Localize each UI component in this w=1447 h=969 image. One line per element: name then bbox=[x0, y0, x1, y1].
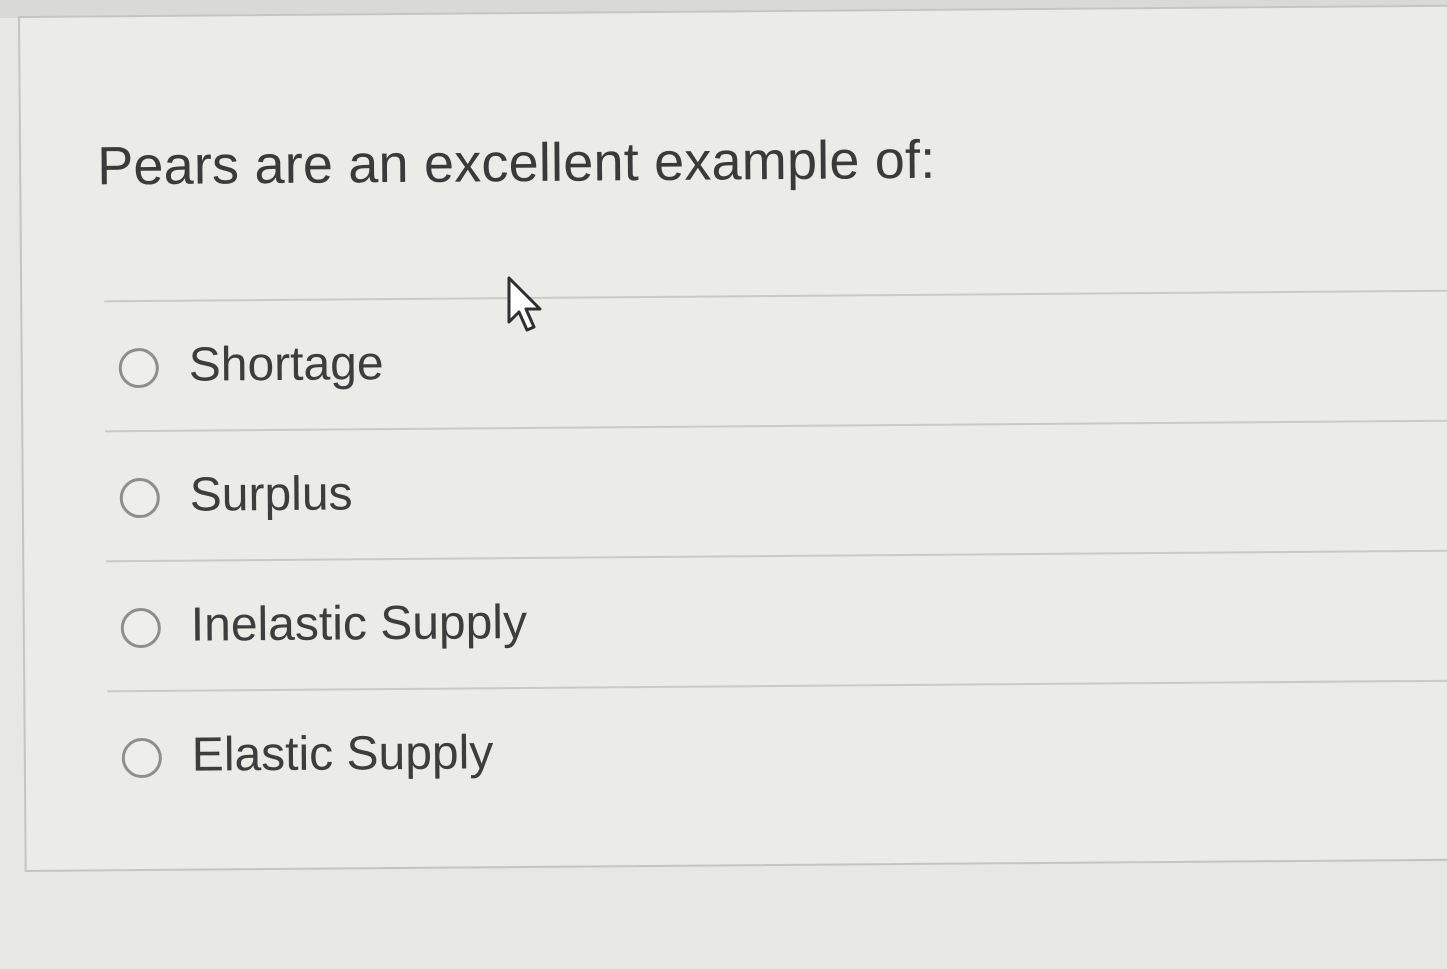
answer-label[interactable]: Surplus bbox=[190, 466, 353, 522]
answer-option-inelastic-supply[interactable]: Inelastic Supply bbox=[106, 549, 1447, 691]
radio-button[interactable] bbox=[120, 607, 161, 649]
mouse-cursor-icon bbox=[507, 276, 542, 332]
answer-label[interactable]: Elastic Supply bbox=[192, 725, 494, 782]
answer-label[interactable]: Shortage bbox=[189, 336, 384, 393]
answer-option-surplus[interactable]: Surplus bbox=[105, 419, 1447, 561]
answer-option-shortage[interactable]: Shortage bbox=[104, 289, 1447, 431]
answer-label[interactable]: Inelastic Supply bbox=[191, 595, 528, 653]
radio-button[interactable] bbox=[119, 477, 160, 519]
answer-option-elastic-supply[interactable]: Elastic Supply bbox=[107, 679, 1447, 821]
answers-list: Shortage Surplus Inelastic Supply Elasti… bbox=[104, 289, 1447, 821]
question-card: Pears are an excellent example of: Short… bbox=[18, 4, 1447, 872]
radio-button[interactable] bbox=[121, 737, 162, 779]
radio-button[interactable] bbox=[118, 347, 159, 389]
question-text: Pears are an excellent example of: bbox=[96, 129, 936, 197]
